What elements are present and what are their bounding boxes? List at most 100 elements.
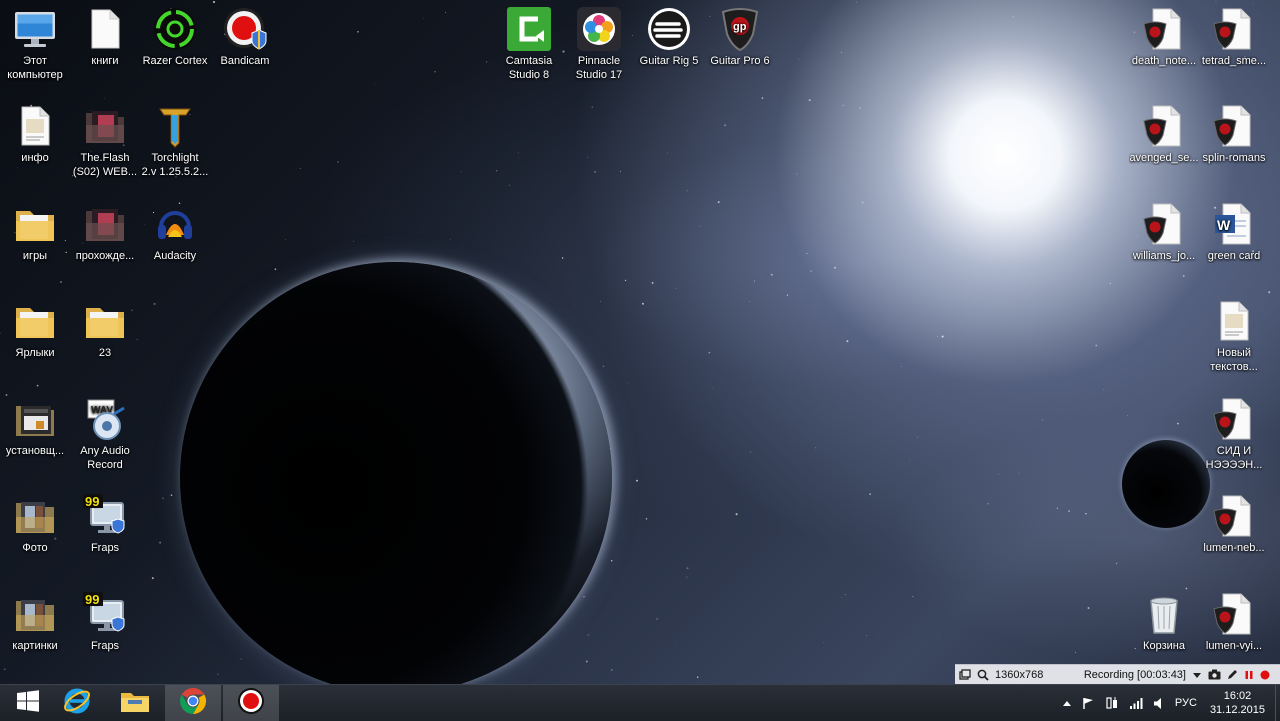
desktop-icon-label: игры — [0, 249, 70, 263]
gp-file-icon — [1211, 493, 1257, 539]
desktop-icon-label: Корзина — [1129, 639, 1199, 653]
action-center-flag-icon[interactable] — [1082, 697, 1095, 710]
pencil-icon[interactable] — [1227, 669, 1238, 680]
text-document-icon — [1211, 298, 1257, 344]
camera-icon[interactable] — [1208, 669, 1221, 680]
window-mode-icon[interactable] — [959, 669, 971, 681]
desktop-icon-label: 23 — [70, 346, 140, 360]
desktop-icon-camtasia[interactable]: Camtasia Studio 8 — [494, 6, 564, 82]
gp-file-icon — [1211, 396, 1257, 442]
gp-file-icon — [1141, 6, 1187, 52]
desktop-icon-igry[interactable]: игры — [0, 201, 70, 263]
desktop-icon-guitar-pro[interactable]: gp Guitar Pro 6 — [705, 6, 775, 68]
monitor-icon — [12, 6, 58, 52]
desktop-icon-label: прохожде... — [70, 249, 140, 263]
svg-text:gp: gp — [733, 21, 747, 33]
gp-file-icon — [1211, 103, 1257, 149]
desktop-icon-ustanovshch[interactable]: установщ... — [0, 396, 70, 458]
show-desktop-button[interactable] — [1275, 685, 1280, 721]
desktop-icon-tetrad-sme[interactable]: tetrad_sme... — [1199, 6, 1269, 68]
desktop-icon-death-note[interactable]: death_note... — [1129, 6, 1199, 68]
desktop-icon-avenged-se[interactable]: avenged_se... — [1129, 103, 1199, 165]
desktop-icon-bandicam[interactable]: Bandicam — [210, 6, 280, 68]
desktop-icon-label: Fraps — [70, 639, 140, 653]
desktop-icon-info[interactable]: инфо — [0, 103, 70, 165]
desktop-icon-knigi[interactable]: книги — [70, 6, 140, 68]
desktop-icon-foto[interactable]: Фото — [0, 493, 70, 555]
taskbar-file-explorer[interactable] — [107, 685, 163, 721]
fraps-icon: 99 — [82, 493, 128, 539]
zoom-icon[interactable] — [977, 669, 989, 681]
desktop-icon-label: death_note... — [1129, 54, 1199, 68]
desktop-icon-label: Guitar Pro 6 — [705, 54, 775, 68]
desktop-icon-torchlight[interactable]: Torchlight 2.v 1.25.5.2... — [140, 103, 210, 179]
pause-icon[interactable] — [1244, 670, 1254, 680]
desktop-icon-label: Torchlight 2.v 1.25.5.2... — [140, 151, 210, 179]
video-folder-icon — [82, 201, 128, 247]
taskbar-chrome[interactable] — [165, 685, 221, 721]
taskbar-bandicam[interactable] — [223, 685, 279, 721]
desktop-icon-novyi-tekstov[interactable]: Новый текстов... — [1199, 298, 1269, 374]
desktop-icon-label: книги — [70, 54, 140, 68]
network-signal-icon[interactable] — [1129, 697, 1143, 710]
desktop-icon-label: картинки — [0, 639, 70, 653]
svg-text:99: 99 — [85, 592, 99, 607]
desktop-icon-splin-romans[interactable]: splin-romans — [1199, 103, 1269, 165]
svg-text:99: 99 — [85, 494, 99, 509]
desktop-icon-lumen-neb[interactable]: lumen-neb... — [1199, 493, 1269, 555]
recorder-toolbar: 1360x768 Recording [00:03:43] — [955, 664, 1280, 684]
desktop-icon-label: splin-romans — [1199, 151, 1269, 165]
desktop-icon-label: Ярлыки — [0, 346, 70, 360]
desktop-icon-any-audio-record[interactable]: WAVAny Audio Record — [70, 396, 140, 472]
desktop-icon-folder-23[interactable]: 23 — [70, 298, 140, 360]
clock-time: 16:02 — [1210, 689, 1265, 703]
desktop-icon-razer-cortex[interactable]: Razer Cortex — [140, 6, 210, 68]
desktop-icon-label: Audacity — [140, 249, 210, 263]
desktop-icon-label: Bandicam — [210, 54, 280, 68]
taskbar-internet-explorer[interactable] — [49, 685, 105, 721]
desktop-icon-audacity[interactable]: Audacity — [140, 201, 210, 263]
clock-date: 31.12.2015 — [1210, 703, 1265, 717]
dropdown-arrow-icon[interactable] — [1192, 670, 1202, 680]
desktop-icon-sid-i-neeeen[interactable]: СИД И НЭЭЭЭН... — [1199, 396, 1269, 472]
desktop-icon-korzina[interactable]: Корзина — [1129, 591, 1199, 653]
show-hidden-icons-arrow-icon[interactable] — [1062, 699, 1072, 707]
desktop-icon-label: СИД И НЭЭЭЭН... — [1199, 444, 1269, 472]
start-button[interactable] — [0, 685, 56, 721]
desktop-icon-lumen-vyi[interactable]: lumen-vyi... — [1199, 591, 1269, 653]
desktop-icon-guitar-rig[interactable]: Guitar Rig 5 — [634, 6, 704, 68]
taskbar-clock[interactable]: 16:02 31.12.2015 — [1210, 689, 1265, 717]
recycle-bin-icon — [1141, 591, 1187, 637]
guitar-pro-icon: gp — [717, 6, 763, 52]
desktop-icon-yarlyki[interactable]: Ярлыки — [0, 298, 70, 360]
small-planet — [1122, 440, 1210, 528]
desktop-icon-williams-jo[interactable]: williams_jo... — [1129, 201, 1199, 263]
power-battery-icon[interactable] — [1105, 696, 1119, 710]
taskbar: РУС 16:02 31.12.2015 — [0, 684, 1280, 721]
windows-logo-icon — [16, 689, 40, 718]
desktop-icon-fraps-1[interactable]: 99Fraps — [70, 493, 140, 555]
gp-file-icon — [1141, 201, 1187, 247]
stop-record-icon[interactable] — [1260, 670, 1270, 680]
desktop-icon-pinnacle[interactable]: Pinnacle Studio 17 — [564, 6, 634, 82]
desktop-icon-label: tetrad_sme... — [1199, 54, 1269, 68]
pinnacle-icon — [576, 6, 622, 52]
camtasia-icon — [506, 6, 552, 52]
svg-text:W: W — [1217, 217, 1231, 233]
desktop-icon-green-card[interactable]: Wgreen card — [1199, 201, 1269, 263]
chrome-icon — [179, 687, 207, 720]
fraps-icon: 99 — [82, 591, 128, 637]
desktop-icon-kartinki[interactable]: картинки — [0, 591, 70, 653]
desktop-icon-label: williams_jo... — [1129, 249, 1199, 263]
volume-speaker-icon[interactable] — [1153, 697, 1165, 710]
text-document-icon — [12, 103, 58, 149]
desktop-icon-this-pc[interactable]: Этот компьютер — [0, 6, 70, 82]
desktop-icon-the-flash[interactable]: The.Flash (S02) WEB... — [70, 103, 140, 179]
desktop-icon-fraps-2[interactable]: 99 Fraps — [70, 591, 140, 653]
photo-folder-icon — [12, 591, 58, 637]
folder-icon — [12, 201, 58, 247]
recording-resolution: 1360x768 — [995, 669, 1043, 681]
input-language[interactable]: РУС — [1175, 697, 1197, 709]
desktop-icon-prokhozhde[interactable]: прохожде... — [70, 201, 140, 263]
desktop-icon-label: инфо — [0, 151, 70, 165]
